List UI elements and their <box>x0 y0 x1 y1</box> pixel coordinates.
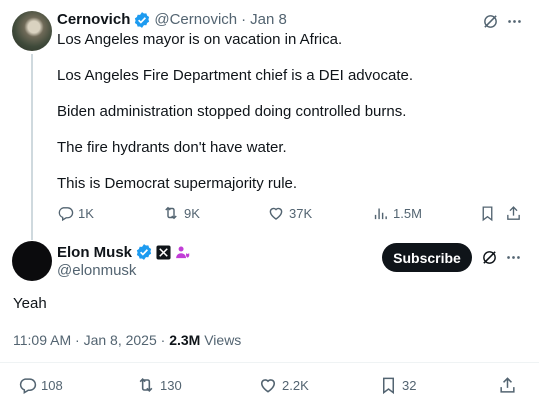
main-handle[interactable]: @elonmusk <box>57 262 136 279</box>
bookmark-icon[interactable] <box>479 202 496 224</box>
tweet-paragraph: Biden administration stopped doing contr… <box>57 103 407 120</box>
views-button[interactable]: 1.5M <box>372 202 422 224</box>
main-tweet-name-row: Elon Musk <box>57 243 191 261</box>
repost-count: 9K <box>184 205 200 221</box>
reply-button[interactable]: 1K <box>57 202 94 224</box>
parent-tweet-header: Cernovich @Cernovich · Jan 8 <box>57 11 287 29</box>
main-tweet-text: Yeah <box>13 295 47 312</box>
parent-handle[interactable]: @Cernovich <box>154 11 237 29</box>
separator-dot: · <box>241 11 247 28</box>
views-count: 1.5M <box>393 205 422 221</box>
parent-tweet-text: Los Angeles mayor is on vacation in Afri… <box>57 30 477 194</box>
tweet-date[interactable]: Jan 8, 2025 <box>84 332 157 348</box>
heart-icon <box>267 204 285 222</box>
tweet-paragraph: Los Angeles Fire Department chief is a D… <box>57 67 414 84</box>
parent-date[interactable]: Jan 8 <box>250 11 287 29</box>
like-count: 2.2K <box>282 377 309 393</box>
more-options-icon[interactable] <box>504 248 522 266</box>
share-icon[interactable] <box>505 202 522 224</box>
bookmark-icon <box>379 376 398 395</box>
views-total: 2.3M <box>169 332 201 348</box>
separator-dot: · <box>75 332 80 348</box>
tweet-time[interactable]: 11:09 AM <box>13 332 71 348</box>
elon-avatar[interactable] <box>12 241 52 281</box>
tweet-paragraph: The fire hydrants don't have water. <box>57 139 287 156</box>
reply-count: 1K <box>78 205 94 221</box>
reply-count: 108 <box>41 377 63 393</box>
bookmark-count: 32 <box>402 377 417 393</box>
like-button[interactable]: 37K <box>267 202 312 224</box>
repost-count: 130 <box>160 377 182 393</box>
x-affiliate-badge-icon[interactable] <box>156 244 171 260</box>
repost-button[interactable]: 9K <box>162 202 200 224</box>
reply-button[interactable]: 108 <box>18 374 63 396</box>
heart-icon <box>258 375 278 395</box>
tweet-meta: 11:09 AM · Jan 8, 2025 · 2.3M Views <box>13 332 241 348</box>
analytics-icon <box>372 205 389 222</box>
views-label: Views <box>204 332 242 348</box>
grok-icon[interactable] <box>481 12 499 30</box>
parent-display-name[interactable]: Cernovich <box>57 11 130 29</box>
repost-icon <box>136 375 156 395</box>
thread-connector-line <box>31 54 33 240</box>
more-options-icon[interactable] <box>505 12 523 30</box>
tweet-paragraph: This is Democrat supermajority rule. <box>57 175 298 192</box>
government-affiliate-icon[interactable] <box>174 244 191 261</box>
reply-icon <box>57 205 74 222</box>
bookmark-button[interactable]: 32 <box>379 374 416 396</box>
repost-button[interactable]: 130 <box>136 374 182 396</box>
main-display-name[interactable]: Elon Musk <box>57 244 132 261</box>
subscribe-button[interactable]: Subscribe <box>382 243 472 272</box>
share-icon[interactable] <box>498 374 517 396</box>
tweet-paragraph: Los Angeles mayor is on vacation in Afri… <box>57 31 343 48</box>
repost-icon <box>162 204 180 222</box>
verified-badge-icon <box>135 243 153 261</box>
cernovich-avatar[interactable] <box>12 11 52 51</box>
grok-icon[interactable] <box>480 248 498 266</box>
like-button[interactable]: 2.2K <box>258 374 309 396</box>
separator-dot: · <box>160 332 166 348</box>
verified-badge-icon <box>133 11 151 29</box>
reply-icon <box>18 376 37 395</box>
divider <box>0 362 539 363</box>
main-action-bar: 108 130 2.2K 32 <box>0 374 539 396</box>
like-count: 37K <box>289 205 313 221</box>
parent-action-bar: 1K 9K 37K 1.5M <box>57 202 527 224</box>
